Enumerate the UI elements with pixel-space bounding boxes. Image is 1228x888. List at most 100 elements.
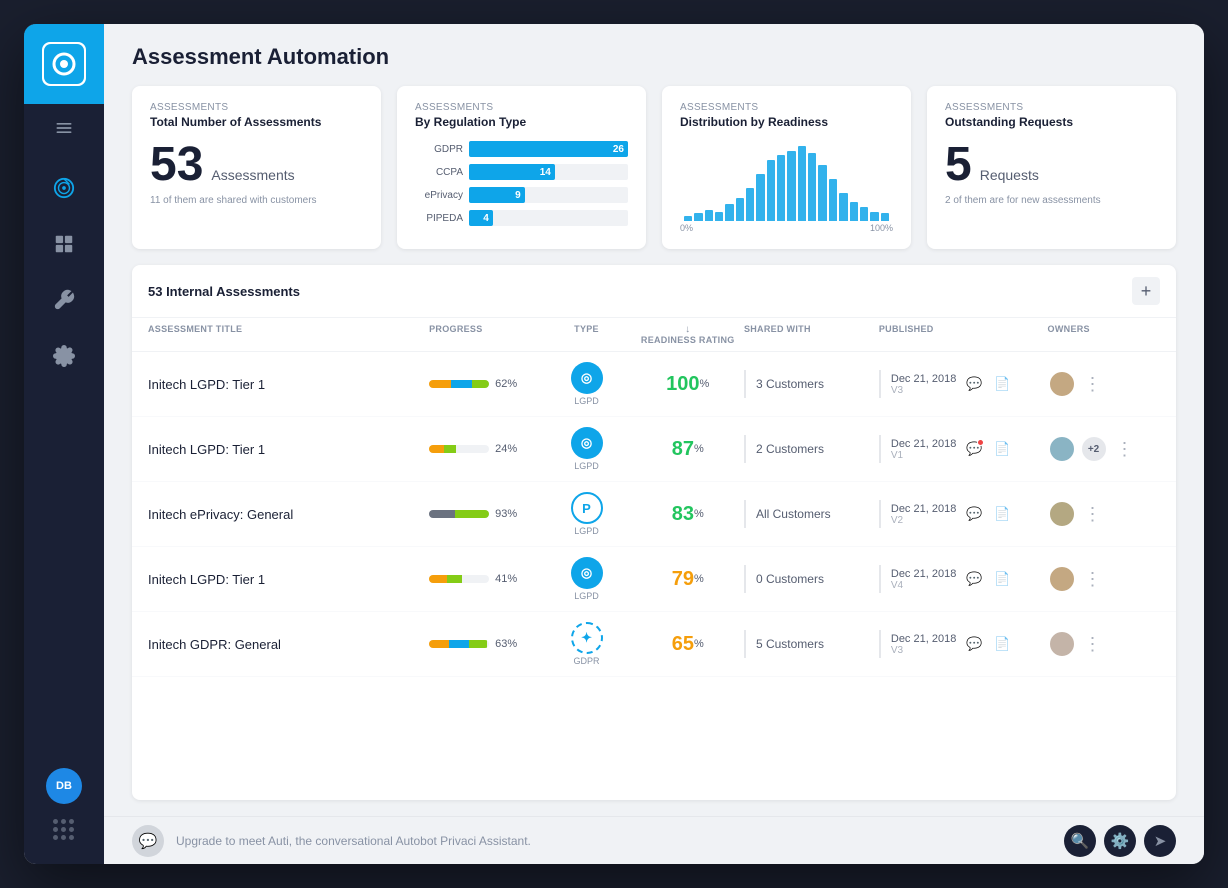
dist-bar xyxy=(870,212,878,221)
stat-card-title-reg: By Regulation Type xyxy=(415,115,628,129)
progress-cell: 63% xyxy=(429,638,541,650)
dist-bar xyxy=(756,174,764,221)
stat-card-distribution: Assessments Distribution by Readiness 0%… xyxy=(662,86,911,249)
dist-bar xyxy=(860,207,868,221)
pub-version: V3 xyxy=(891,385,956,396)
total-assessments-sub: 11 of them are shared with customers xyxy=(150,195,363,206)
pub-info: Dec 21, 2018 V3 xyxy=(891,373,956,396)
search-bottom-button[interactable]: 🔍 xyxy=(1064,825,1096,857)
progress-percent: 24% xyxy=(495,443,517,455)
col-head-owners: Owners xyxy=(1048,324,1160,345)
sidebar-nav xyxy=(24,152,104,768)
table-row[interactable]: Initech ePrivacy: General 93% P LGPD 83 … xyxy=(132,482,1176,547)
type-label: LGPD xyxy=(574,461,599,471)
published-cell: Dec 21, 2018 V1 💬 📄 xyxy=(879,435,1048,463)
assessment-title: Initech LGPD: Tier 1 xyxy=(148,442,429,457)
table-row[interactable]: Initech GDPR: General 63% ✦ GDPR 65 % 5 … xyxy=(132,612,1176,677)
row-menu-button[interactable]: ⋮ xyxy=(1080,504,1106,525)
stat-card-label-reg: Assessments xyxy=(415,102,628,113)
regulation-bar-row: CCPA 14 xyxy=(415,164,628,180)
document-icon-button[interactable]: 📄 xyxy=(990,437,1014,461)
readiness-number: 83 xyxy=(672,503,694,526)
dist-bar xyxy=(725,204,733,221)
apps-grid-button[interactable] xyxy=(46,812,82,848)
bar-fill: 26 xyxy=(469,141,628,157)
outstanding-number: 5 xyxy=(945,141,972,189)
sidebar-item-dashboard[interactable] xyxy=(24,216,104,272)
sidebar: DB xyxy=(24,24,104,864)
comment-icon-button[interactable]: 💬 xyxy=(962,437,986,461)
pub-version: V4 xyxy=(891,580,956,591)
progress-segment xyxy=(447,575,462,583)
table-row[interactable]: Initech LGPD: Tier 1 24% ◎ LGPD 87 % 2 C… xyxy=(132,417,1176,482)
shared-divider xyxy=(744,630,746,658)
dist-bar xyxy=(850,202,858,221)
type-icon: ◎ xyxy=(571,427,603,459)
progress-segment xyxy=(429,380,450,388)
regulation-bar-row: GDPR 26 xyxy=(415,141,628,157)
filter-bottom-button[interactable]: ⚙️ xyxy=(1104,825,1136,857)
comment-icon-button[interactable]: 💬 xyxy=(962,372,986,396)
owner-avatar xyxy=(1048,500,1076,528)
distribution-axis: 0% 100% xyxy=(680,223,893,233)
column-headers: Assessment Title Progress Type ↓ Readine… xyxy=(132,318,1176,352)
col-head-shared: Shared With xyxy=(744,324,879,345)
outstanding-sub: 2 of them are for new assessments xyxy=(945,195,1158,206)
document-icon-button[interactable]: 📄 xyxy=(990,632,1014,656)
published-cell: Dec 21, 2018 V4 💬 📄 xyxy=(879,565,1048,593)
sidebar-logo[interactable] xyxy=(24,24,104,104)
shared-text: 5 Customers xyxy=(756,637,824,651)
add-assessment-button[interactable]: + xyxy=(1132,277,1160,305)
published-cell: Dec 21, 2018 V3 💬 📄 xyxy=(879,630,1048,658)
navigate-bottom-button[interactable]: ➤ xyxy=(1144,825,1176,857)
sidebar-item-settings[interactable] xyxy=(24,328,104,384)
type-icon: ◎ xyxy=(571,557,603,589)
owners-cell: +2 ⋮ xyxy=(1048,435,1160,463)
row-menu-button[interactable]: ⋮ xyxy=(1080,569,1106,590)
readiness-cell: 79 % xyxy=(632,568,744,591)
table-row[interactable]: Initech LGPD: Tier 1 62% ◎ LGPD 100 % 3 … xyxy=(132,352,1176,417)
shared-cell: 0 Customers xyxy=(744,565,879,593)
bar-fill: 9 xyxy=(469,187,525,203)
col-head-readiness: ↓ Readiness Rating xyxy=(632,324,744,345)
bar-value: 26 xyxy=(613,144,624,155)
dist-bar xyxy=(705,210,713,221)
table-row[interactable]: Initech LGPD: Tier 1 41% ◎ LGPD 79 % 0 C… xyxy=(132,547,1176,612)
pub-date: Dec 21, 2018 xyxy=(891,438,956,450)
type-cell: ◎ LGPD xyxy=(542,362,632,406)
dist-bar xyxy=(684,216,692,221)
row-menu-button[interactable]: ⋮ xyxy=(1080,374,1106,395)
comment-icon-button[interactable]: 💬 xyxy=(962,567,986,591)
readiness-pct: % xyxy=(694,638,704,650)
row-menu-button[interactable]: ⋮ xyxy=(1080,634,1106,655)
page-header: Assessment Automation xyxy=(104,24,1204,86)
document-icon-button[interactable]: 📄 xyxy=(990,372,1014,396)
shared-text: 2 Customers xyxy=(756,442,824,456)
type-icon: P xyxy=(571,492,603,524)
stat-cards: Assessments Total Number of Assessments … xyxy=(104,86,1204,265)
published-cell: Dec 21, 2018 V3 💬 📄 xyxy=(879,370,1048,398)
owners-cell: ⋮ xyxy=(1048,500,1160,528)
type-icon: ◎ xyxy=(571,362,603,394)
progress-segment xyxy=(455,510,489,518)
progress-segment xyxy=(451,380,472,388)
row-menu-button[interactable]: ⋮ xyxy=(1112,439,1138,460)
comment-icon-button[interactable]: 💬 xyxy=(962,632,986,656)
user-avatar[interactable]: DB xyxy=(46,768,82,804)
pub-version: V1 xyxy=(891,450,956,461)
progress-segment xyxy=(444,445,456,453)
readiness-pct: % xyxy=(694,573,704,585)
sidebar-item-tools[interactable] xyxy=(24,272,104,328)
sidebar-item-radar[interactable] xyxy=(24,160,104,216)
dist-bar xyxy=(787,151,795,221)
pub-info: Dec 21, 2018 V1 xyxy=(891,438,956,461)
outstanding-unit: Requests xyxy=(980,167,1039,183)
document-icon-button[interactable]: 📄 xyxy=(990,567,1014,591)
comment-icon-button[interactable]: 💬 xyxy=(962,502,986,526)
pub-icons: 💬 📄 xyxy=(962,567,1014,591)
document-icon-button[interactable]: 📄 xyxy=(990,502,1014,526)
type-cell: ◎ LGPD xyxy=(542,557,632,601)
shared-cell: 2 Customers xyxy=(744,435,879,463)
owners-cell: ⋮ xyxy=(1048,565,1160,593)
menu-toggle-button[interactable] xyxy=(24,104,104,152)
